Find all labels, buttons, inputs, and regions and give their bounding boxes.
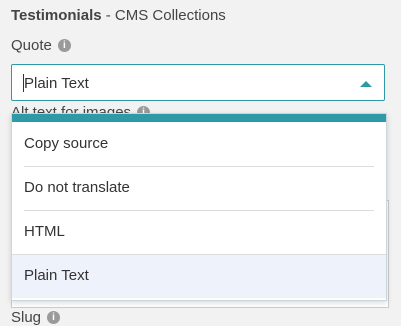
dropdown-accent-bar	[12, 114, 386, 122]
option-do-not-translate[interactable]: Do not translate	[12, 166, 386, 210]
section-title-rest: - CMS Collections	[101, 7, 226, 24]
option-copy-source[interactable]: Copy source	[12, 122, 386, 166]
select-value: Plain Text	[24, 75, 89, 92]
section-title: Testimonials - CMS Collections	[11, 7, 226, 24]
option-html[interactable]: HTML	[12, 210, 386, 254]
caret-up-icon[interactable]	[360, 81, 372, 87]
option-plain-text[interactable]: Plain Text	[12, 254, 386, 298]
quote-format-select[interactable]: Plain Text	[11, 64, 385, 101]
quote-label: Quote i	[11, 37, 71, 54]
quote-label-text: Quote	[11, 37, 52, 54]
section-title-bold: Testimonials	[11, 7, 102, 24]
format-dropdown-menu: Copy source Do not translate HTML Plain …	[11, 113, 387, 301]
info-icon[interactable]: i	[57, 39, 71, 52]
